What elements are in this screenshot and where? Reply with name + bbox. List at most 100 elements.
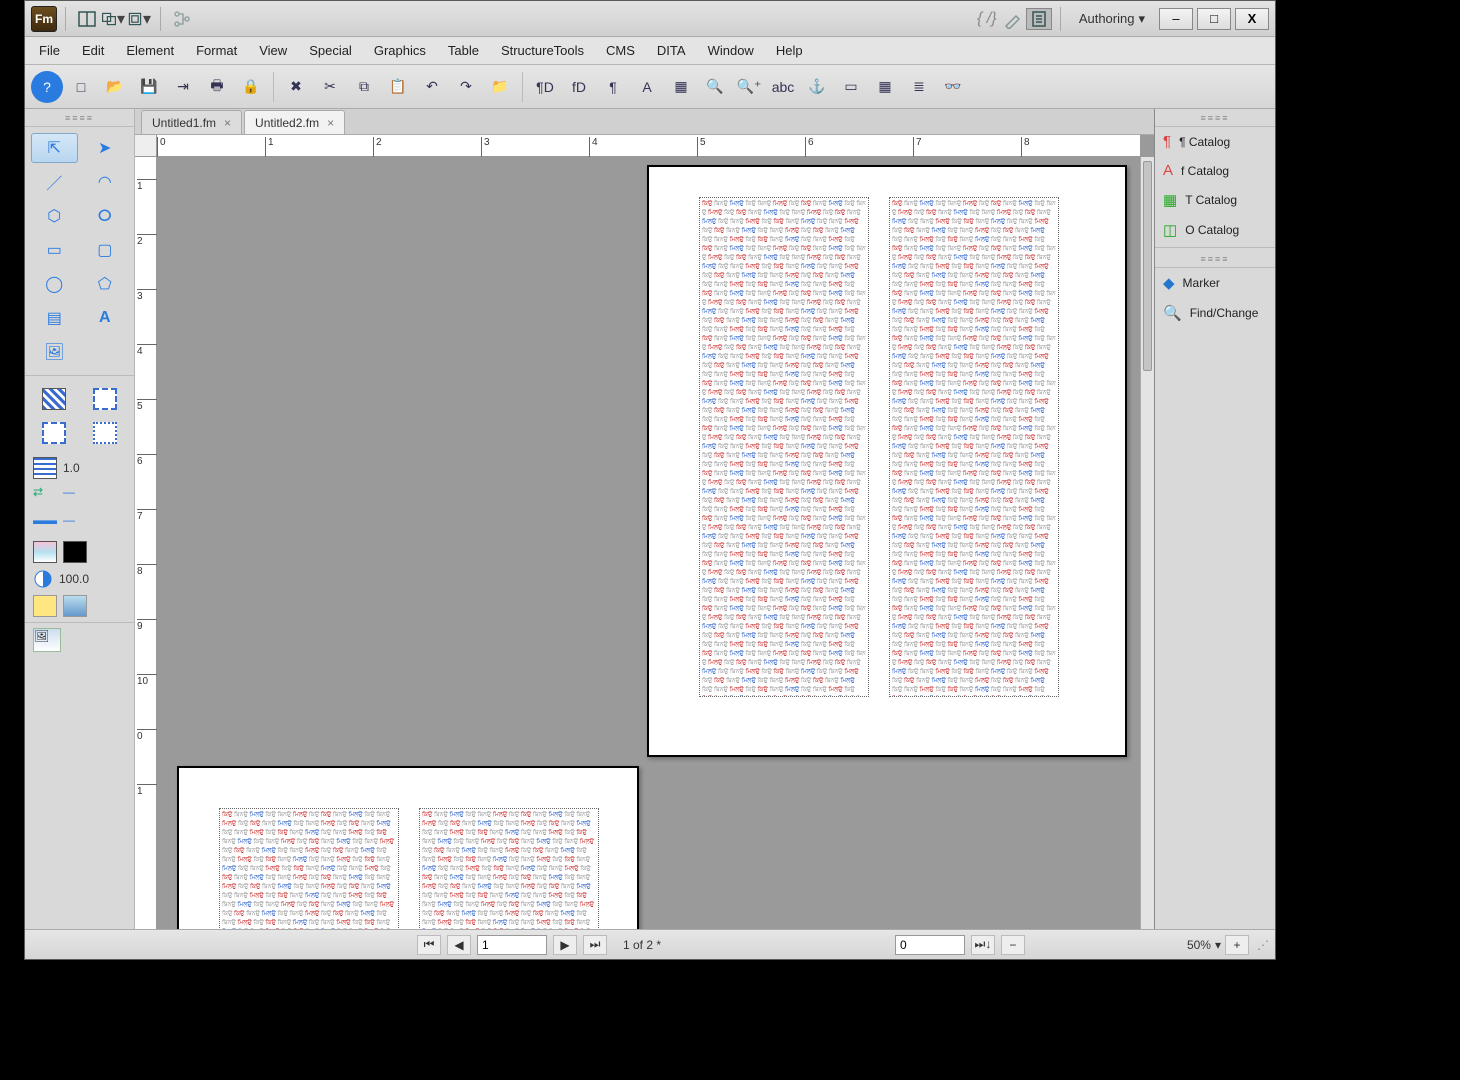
structure-icon[interactable] bbox=[169, 8, 195, 30]
menu-cms[interactable]: CMS bbox=[596, 40, 645, 61]
page-viewport[interactable]: ਕਿਉ ਬਿਨਉ ਮਿਲਉ ਕਿਉ ਬਿਨਉ ਮਿਲਉ ਕਿਉ ਕਿਉ ਬਿਨਉ… bbox=[157, 157, 1140, 929]
text-frame-icon[interactable]: ▭ bbox=[835, 71, 867, 103]
rounded-rect-tool[interactable]: ▢ bbox=[82, 235, 129, 265]
menu-table[interactable]: Table bbox=[438, 40, 489, 61]
page-number-input[interactable] bbox=[477, 935, 547, 955]
spellcheck-icon[interactable]: abc bbox=[767, 71, 799, 103]
unknown-tool-b[interactable] bbox=[63, 595, 87, 617]
menu-window[interactable]: Window bbox=[698, 40, 764, 61]
redo-icon[interactable]: ↷ bbox=[450, 71, 482, 103]
menu-dita[interactable]: DITA bbox=[647, 40, 696, 61]
color-swatch[interactable] bbox=[33, 541, 57, 563]
menu-graphics[interactable]: Graphics bbox=[364, 40, 436, 61]
paragraph-catalog-icon[interactable]: ¶ bbox=[597, 71, 629, 103]
right-panel-grip-2[interactable]: ≡≡≡≡ bbox=[1155, 250, 1275, 268]
open-icon[interactable]: 📂 bbox=[99, 71, 131, 103]
import-icon[interactable]: ⇥ bbox=[167, 71, 199, 103]
panel-t-catalog[interactable]: ▦T Catalog bbox=[1155, 185, 1275, 215]
line-end-a-icon[interactable]: ▬▬ bbox=[33, 513, 57, 535]
panel-o-catalog[interactable]: ◫O Catalog bbox=[1155, 215, 1275, 245]
ruler-origin[interactable] bbox=[135, 135, 157, 157]
zoom-in-button[interactable]: + bbox=[1225, 935, 1249, 955]
menu-structuretools[interactable]: StructureTools bbox=[491, 40, 594, 61]
flip-icon[interactable]: ⇄ bbox=[33, 485, 57, 507]
polygon-tool[interactable]: ⬠ bbox=[82, 269, 129, 299]
open-folder-icon[interactable]: 📁 bbox=[484, 71, 516, 103]
vertical-scrollbar[interactable] bbox=[1140, 157, 1154, 929]
document-tab[interactable]: Untitled1.fm× bbox=[141, 110, 242, 134]
menu-format[interactable]: Format bbox=[186, 40, 247, 61]
prev-page-button[interactable]: ◀ bbox=[447, 935, 471, 955]
hotspot-tool[interactable]: 🖼 bbox=[33, 628, 61, 652]
horizontal-ruler[interactable]: 012345678 bbox=[157, 135, 1140, 157]
undo-icon[interactable]: ↶ bbox=[416, 71, 448, 103]
doc-mode-icon[interactable] bbox=[1026, 8, 1052, 30]
view-icon[interactable]: 👓 bbox=[937, 71, 969, 103]
layout-split-icon[interactable] bbox=[74, 8, 100, 30]
save-icon[interactable]: 💾 bbox=[133, 71, 165, 103]
next-page-button[interactable]: ▶ bbox=[553, 935, 577, 955]
panel--catalog[interactable]: ¶¶ Catalog bbox=[1155, 127, 1275, 156]
text-line-tool[interactable]: A bbox=[82, 303, 129, 333]
tint-control[interactable]: 100.0 bbox=[25, 566, 134, 592]
goto-line-button[interactable]: ⏭↓ bbox=[971, 935, 995, 955]
highlighter-icon[interactable] bbox=[1000, 8, 1026, 30]
character-designer-icon[interactable]: fD bbox=[563, 71, 595, 103]
menu-view[interactable]: View bbox=[249, 40, 297, 61]
find-text-icon[interactable]: 🔍 bbox=[699, 71, 731, 103]
fill-pattern-swatch[interactable] bbox=[31, 384, 78, 414]
minimize-button[interactable]: – bbox=[1159, 8, 1193, 30]
workspace-selector[interactable]: Authoring ▾ bbox=[1069, 9, 1155, 29]
paste-icon[interactable]: 📋 bbox=[382, 71, 414, 103]
zoom-out-button[interactable]: − bbox=[1001, 935, 1025, 955]
graphic-frame-tool[interactable]: 🖼 bbox=[31, 337, 78, 367]
panel-marker[interactable]: ◆Marker bbox=[1155, 268, 1275, 298]
right-panel-grip[interactable]: ≡≡≡≡ bbox=[1155, 109, 1275, 127]
lock-icon[interactable]: 🔒 bbox=[235, 71, 267, 103]
arrow-tool[interactable]: ➤ bbox=[82, 133, 129, 163]
panel-f-catalog[interactable]: Af Catalog bbox=[1155, 156, 1275, 185]
table-catalog-icon[interactable]: ▦ bbox=[665, 71, 697, 103]
close-tab-icon[interactable]: × bbox=[224, 116, 231, 130]
align-icon[interactable]: ≣ bbox=[903, 71, 935, 103]
tools-panel-grip[interactable]: ≡≡≡≡ bbox=[25, 109, 134, 127]
new-icon[interactable]: □ bbox=[65, 71, 97, 103]
menu-file[interactable]: File bbox=[29, 40, 70, 61]
close-button[interactable]: X bbox=[1235, 8, 1269, 30]
line-style-icon[interactable]: — bbox=[63, 485, 87, 507]
anchor-icon[interactable]: ⚓ bbox=[801, 71, 833, 103]
line-end-b-icon[interactable]: — bbox=[63, 513, 87, 535]
vertical-ruler[interactable]: 1234567891001 bbox=[135, 157, 157, 929]
page-1[interactable]: ਕਿਉ ਬਿਨਉ ਮਿਲਉ ਕਿਉ ਬਿਨਉ ਮਿਲਉ ਕਿਉ ਕਿਉ ਬਿਨਉ… bbox=[647, 165, 1127, 757]
pen-dash-swatch[interactable] bbox=[82, 418, 129, 448]
print-icon[interactable]: 🖶 bbox=[201, 71, 233, 103]
polyline-tool[interactable]: ⬡ bbox=[31, 201, 78, 231]
paragraph-designer-icon[interactable]: ¶D bbox=[529, 71, 561, 103]
cut-icon[interactable]: ✂ bbox=[314, 71, 346, 103]
line-number-input[interactable] bbox=[895, 935, 965, 955]
copy-icon[interactable]: ⧉ bbox=[348, 71, 380, 103]
screen-mode-icon[interactable]: ▾ bbox=[126, 8, 152, 30]
resize-grip-icon[interactable]: ⋰ bbox=[1257, 938, 1269, 952]
first-page-button[interactable]: ⏮ bbox=[417, 935, 441, 955]
rectangle-tool[interactable]: ▭ bbox=[31, 235, 78, 265]
find-next-icon[interactable]: 🔍⁺ bbox=[733, 71, 765, 103]
menu-special[interactable]: Special bbox=[299, 40, 362, 61]
overprint-swatch[interactable] bbox=[63, 541, 87, 563]
last-page-button[interactable]: ⏭ bbox=[583, 935, 607, 955]
menu-help[interactable]: Help bbox=[766, 40, 813, 61]
freehand-tool[interactable]: ⵔ bbox=[82, 201, 129, 231]
canvas[interactable]: 012345678 1234567891001 ਕਿਉ ਬਿਨਉ ਮਿਲਉ ਕਿ… bbox=[135, 135, 1154, 929]
smart-select-tool[interactable]: ⇱ bbox=[31, 133, 78, 163]
fill-dash-swatch[interactable] bbox=[31, 418, 78, 448]
arrange-icon[interactable]: ▾ bbox=[100, 8, 126, 30]
menu-edit[interactable]: Edit bbox=[72, 40, 114, 61]
line-width-control[interactable]: 1.0 bbox=[25, 454, 134, 482]
text-column-tool[interactable]: ▤ bbox=[31, 303, 78, 333]
delete-icon[interactable]: ✖ bbox=[280, 71, 312, 103]
document-tab[interactable]: Untitled2.fm× bbox=[244, 110, 345, 134]
maximize-button[interactable]: □ bbox=[1197, 8, 1231, 30]
line-tool[interactable]: ／ bbox=[31, 167, 78, 197]
code-icon[interactable]: { /} bbox=[974, 8, 1000, 30]
character-catalog-icon[interactable]: A bbox=[631, 71, 663, 103]
